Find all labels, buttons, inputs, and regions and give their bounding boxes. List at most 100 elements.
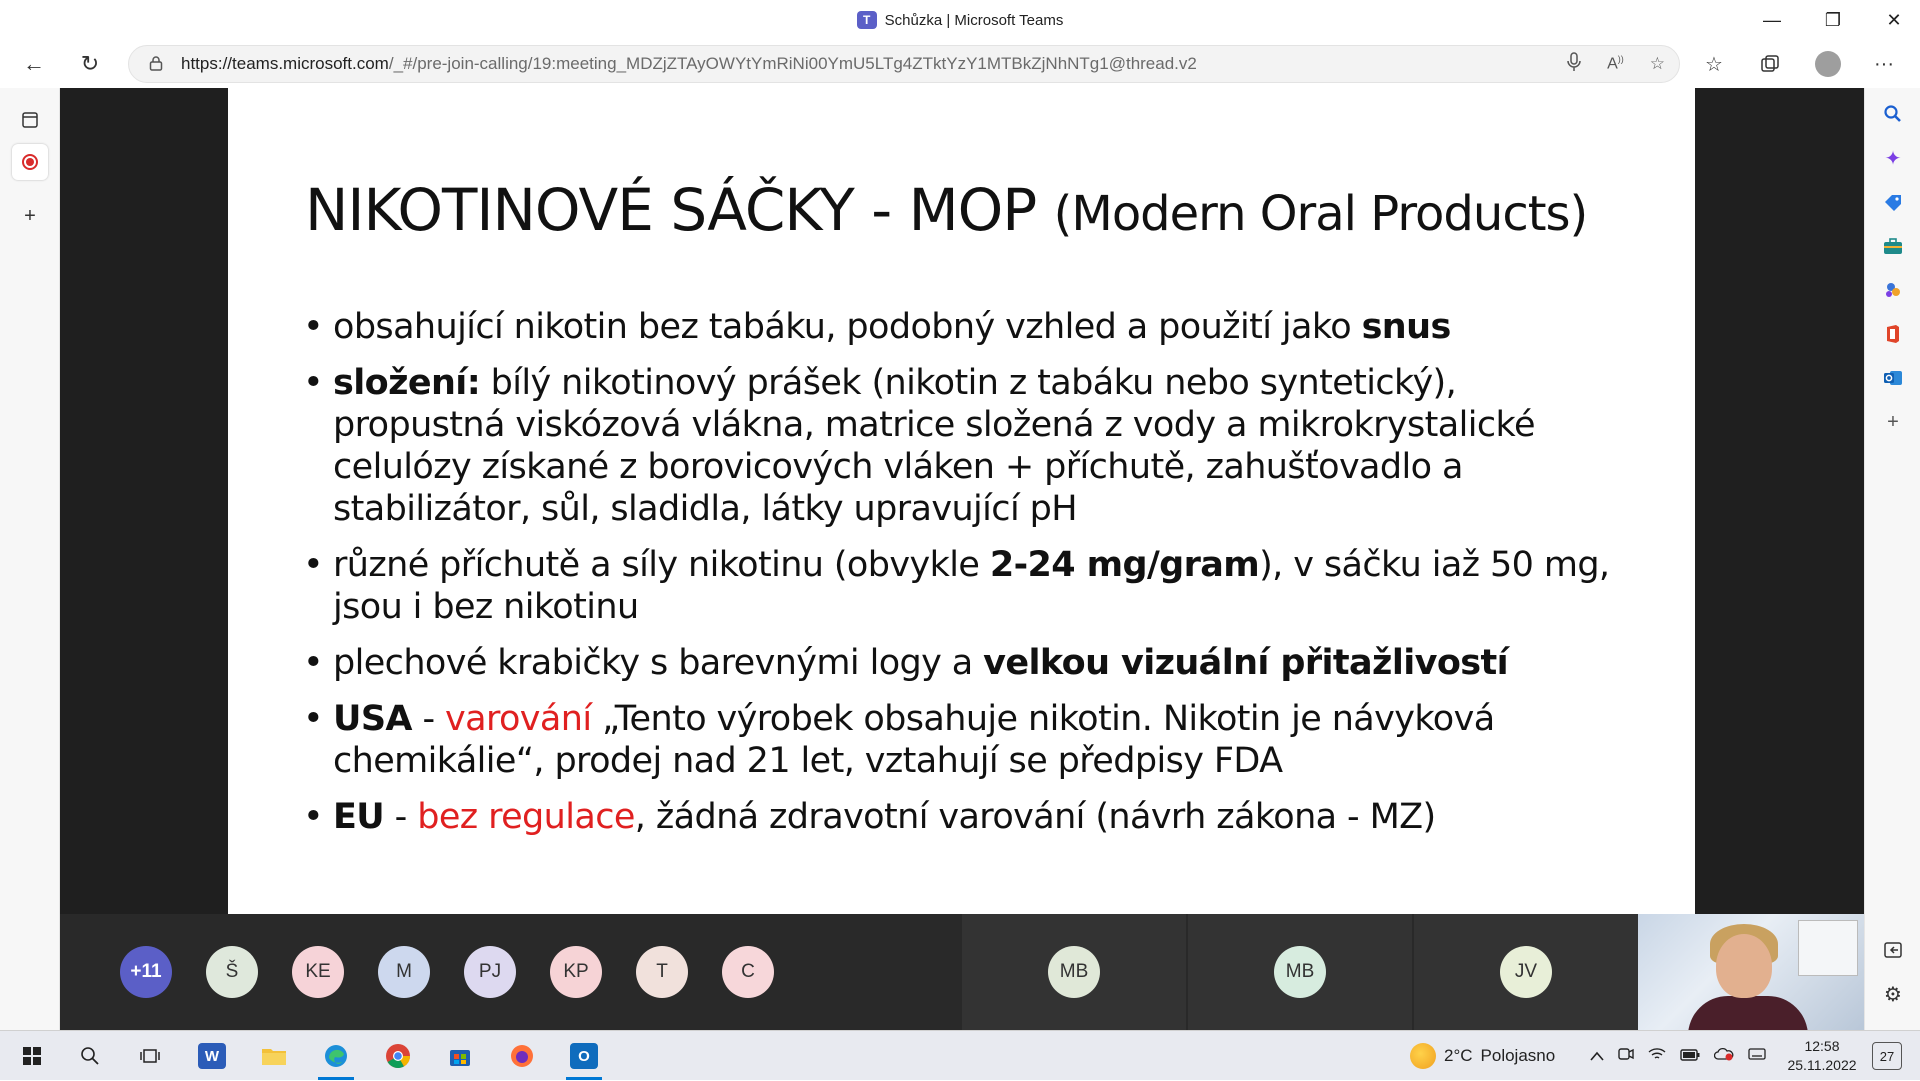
bullet-3: různé příchutě a síly nikotinu (obvykle … xyxy=(303,544,1623,628)
notifications-badge[interactable]: 27 xyxy=(1872,1042,1902,1070)
favorite-add-icon[interactable]: ☆ xyxy=(1650,54,1665,74)
address-bar[interactable]: https://teams.microsoft.com/_#/pre-join-… xyxy=(128,45,1680,83)
participant-tile[interactable]: JV xyxy=(1414,914,1638,1030)
edge-app-icon[interactable] xyxy=(316,1037,356,1080)
presenter-video[interactable] xyxy=(1638,914,1864,1030)
show-hidden-icons-chevron-up-icon[interactable] xyxy=(1590,1048,1604,1065)
battery-icon[interactable] xyxy=(1680,1048,1700,1065)
outlook-icon[interactable] xyxy=(1877,362,1909,394)
cloud-sync-error-icon[interactable] xyxy=(1713,1047,1734,1065)
read-aloud-icon[interactable]: A)) xyxy=(1607,54,1624,73)
profile-avatar[interactable] xyxy=(1808,46,1848,82)
clock-date: 25.11.2022 xyxy=(1787,1057,1857,1073)
word-app-icon[interactable]: W xyxy=(192,1037,232,1075)
bullet-6-dash: - xyxy=(384,797,418,837)
keyboard-layout-icon[interactable] xyxy=(1748,1047,1766,1065)
vertical-tabs-sidebar: + xyxy=(0,88,60,1030)
new-tab-button[interactable]: + xyxy=(12,198,48,234)
url-text[interactable]: https://teams.microsoft.com/_#/pre-join-… xyxy=(181,54,1197,74)
address-bar-actions: A)) ☆ xyxy=(1567,46,1665,82)
window-title-text: Schůzka | Microsoft Teams xyxy=(884,11,1064,29)
lock-icon xyxy=(149,55,167,74)
settings-menu-button[interactable]: ··· xyxy=(1864,46,1904,82)
shopping-tag-icon[interactable] xyxy=(1877,186,1909,218)
search-icon[interactable] xyxy=(1877,98,1909,130)
presenter-body xyxy=(1688,996,1808,1030)
participant-avatar[interactable]: PJ xyxy=(464,946,516,998)
participants-strip: +11 Š KE M PJ KP T C MB MB JV xyxy=(60,914,1864,1030)
hide-sidebar-icon[interactable] xyxy=(1877,934,1909,966)
active-tab-recording-icon[interactable] xyxy=(12,144,48,180)
bullet-5-red: varování xyxy=(445,699,592,739)
task-view-icon[interactable] xyxy=(130,1037,170,1075)
office-icon[interactable] xyxy=(1877,318,1909,350)
clock[interactable]: 12:58 25.11.2022 xyxy=(1782,1037,1862,1075)
bullet-4: plechové krabičky s barevnými logy a vel… xyxy=(303,642,1623,684)
bullet-1-text: obsahující nikotin bez tabáku, podobný v… xyxy=(333,307,1362,347)
discover-sparkle-icon[interactable]: ✦ xyxy=(1877,142,1909,174)
bullet-6-red: bez regulace xyxy=(417,797,635,837)
edge-sidebar: ✦ + ⚙ xyxy=(1864,88,1920,1030)
presenter-face xyxy=(1716,934,1772,998)
restore-button[interactable]: ❐ xyxy=(1807,0,1859,40)
bullet-2: složení: bílý nikotinový prášek (nikotin… xyxy=(303,362,1623,530)
clock-time: 12:58 xyxy=(1804,1038,1840,1054)
file-explorer-icon[interactable] xyxy=(254,1037,294,1075)
participant-avatar: JV xyxy=(1500,946,1552,998)
bullet-5: USA - varování „Tento výrobek obsahuje n… xyxy=(303,698,1623,782)
shared-slide: NIKOTINOVÉ SÁČKY - MOP (Modern Oral Prod… xyxy=(228,88,1695,914)
url-host: https://teams.microsoft.com xyxy=(181,54,389,73)
bullet-2-bold: složení: xyxy=(333,363,481,403)
partly-sunny-icon xyxy=(1410,1043,1436,1069)
participant-avatar[interactable]: T xyxy=(636,946,688,998)
bullet-4-bold: velkou vizuální přitažlivostí xyxy=(983,643,1509,683)
store-app-icon[interactable] xyxy=(440,1037,480,1075)
participant-avatar: MB xyxy=(1048,946,1100,998)
participant-avatar[interactable]: M xyxy=(378,946,430,998)
sidebar-settings-gear-icon[interactable]: ⚙ xyxy=(1877,978,1909,1010)
participant-avatar[interactable]: C xyxy=(722,946,774,998)
firefox-app-icon[interactable] xyxy=(502,1037,542,1075)
weather-temperature: 2°C xyxy=(1444,1046,1473,1065)
minimize-button[interactable]: — xyxy=(1746,0,1798,40)
bullet-1: obsahující nikotin bez tabáku, podobný v… xyxy=(303,306,1623,348)
chrome-app-icon[interactable] xyxy=(378,1037,418,1075)
more-participants-button[interactable]: +11 xyxy=(120,946,172,998)
weather-condition: Polojasno xyxy=(1480,1046,1556,1065)
outlook-app-icon[interactable]: O xyxy=(564,1037,604,1080)
participant-avatar: MB xyxy=(1274,946,1326,998)
add-sidebar-app-button[interactable]: + xyxy=(1877,406,1909,438)
tab-actions-icon[interactable] xyxy=(12,102,48,138)
games-icon[interactable] xyxy=(1877,274,1909,306)
teams-logo-icon: T xyxy=(856,11,877,29)
favorites-icon[interactable]: ☆ xyxy=(1694,46,1734,82)
browser-toolbar: ← ↻ https://teams.microsoft.com/_#/pre-j… xyxy=(0,40,1920,88)
url-path: /_#/pre-join-calling/19:meeting_MDZjZTAy… xyxy=(388,54,1197,73)
search-taskbar-icon[interactable] xyxy=(70,1037,110,1075)
slide-title-sub: (Modern Oral Products) xyxy=(1053,186,1589,242)
collections-icon[interactable] xyxy=(1750,46,1790,82)
participant-tile[interactable]: MB xyxy=(1188,914,1412,1030)
profile-avatar-icon xyxy=(1815,51,1841,77)
participant-avatar[interactable]: KP xyxy=(550,946,602,998)
back-button[interactable]: ← xyxy=(16,46,52,82)
slide-bullets: obsahující nikotin bez tabáku, podobný v… xyxy=(303,306,1623,852)
microphone-icon[interactable] xyxy=(1567,51,1581,77)
participant-avatar[interactable]: KE xyxy=(292,946,344,998)
window-title-bar: T Schůzka | Microsoft Teams — ❐ ✕ xyxy=(0,0,1920,40)
video-background-screen xyxy=(1798,920,1858,976)
wifi-icon[interactable] xyxy=(1648,1047,1666,1065)
meeting-stage: NIKOTINOVÉ SÁČKY - MOP (Modern Oral Prod… xyxy=(60,88,1864,1030)
bullet-4-text: plechové krabičky s barevnými logy a xyxy=(333,643,984,683)
participant-tile[interactable]: MB xyxy=(962,914,1186,1030)
bullet-5-bold: USA xyxy=(333,699,413,739)
weather-widget[interactable]: 2°C Polojasno xyxy=(1410,1031,1555,1081)
participant-avatar[interactable]: Š xyxy=(206,946,258,998)
bullet-3-text-a: různé příchutě a síly nikotinu (obvykle xyxy=(333,545,990,585)
refresh-button[interactable]: ↻ xyxy=(72,46,108,82)
bullet-1-bold: snus xyxy=(1361,307,1452,347)
tools-briefcase-icon[interactable] xyxy=(1877,230,1909,262)
close-button[interactable]: ✕ xyxy=(1868,0,1920,40)
meet-now-icon[interactable] xyxy=(1618,1047,1634,1065)
start-button[interactable] xyxy=(12,1037,52,1075)
